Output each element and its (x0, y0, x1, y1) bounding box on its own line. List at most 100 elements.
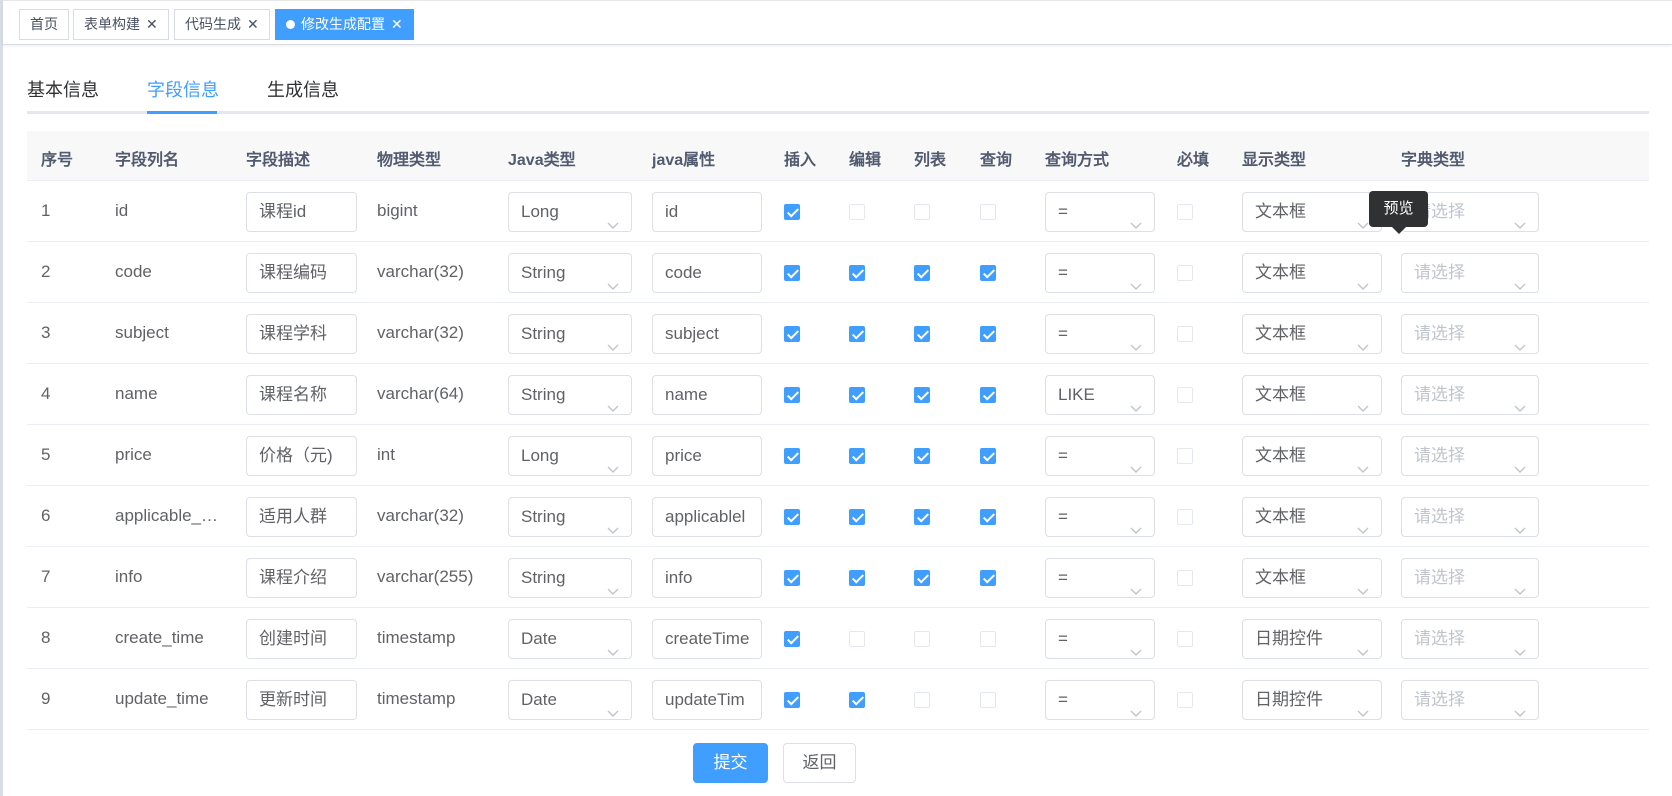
field-desc-input[interactable]: 创建时间 (246, 619, 357, 659)
field-desc-input[interactable]: 课程名称 (246, 375, 357, 415)
dict-type-select[interactable]: 请选择 (1401, 253, 1539, 293)
dict-type-select[interactable]: 请选择 (1401, 497, 1539, 537)
java-prop-input[interactable]: name (652, 375, 762, 415)
tab-basic-info[interactable]: 基本信息 (27, 76, 99, 102)
java-prop-input[interactable]: id (652, 192, 762, 232)
query-checkbox[interactable] (980, 631, 996, 647)
field-desc-input[interactable]: 价格（元) (246, 436, 357, 476)
edit-checkbox[interactable] (849, 265, 865, 281)
display-type-select[interactable]: 文本框 (1242, 375, 1382, 415)
query-type-select[interactable]: LIKE (1045, 375, 1155, 415)
insert-checkbox[interactable] (784, 387, 800, 403)
query-checkbox[interactable] (980, 570, 996, 586)
insert-checkbox[interactable] (784, 692, 800, 708)
query-checkbox[interactable] (980, 509, 996, 525)
java-type-select[interactable]: String (508, 497, 632, 537)
field-desc-input[interactable]: 课程id (246, 192, 357, 232)
display-type-select[interactable]: 文本框 (1242, 558, 1382, 598)
list-checkbox[interactable] (914, 570, 930, 586)
field-desc-input[interactable]: 课程学科 (246, 314, 357, 354)
edit-checkbox[interactable] (849, 692, 865, 708)
display-type-select[interactable]: 日期控件 (1242, 619, 1382, 659)
java-type-select[interactable]: String (508, 375, 632, 415)
query-checkbox[interactable] (980, 326, 996, 342)
java-prop-input[interactable]: code (652, 253, 762, 293)
edit-checkbox[interactable] (849, 631, 865, 647)
field-desc-input[interactable]: 适用人群 (246, 497, 357, 537)
dict-type-select[interactable]: 请选择 (1401, 436, 1539, 476)
required-checkbox[interactable] (1177, 692, 1193, 708)
close-icon[interactable]: ✕ (146, 10, 158, 39)
display-type-select[interactable]: 文本框 (1242, 314, 1382, 354)
java-type-select[interactable]: Date (508, 619, 632, 659)
required-checkbox[interactable] (1177, 509, 1193, 525)
insert-checkbox[interactable] (784, 448, 800, 464)
java-prop-input[interactable]: applicablel (652, 497, 762, 537)
display-type-select[interactable]: 文本框 (1242, 436, 1382, 476)
field-desc-input[interactable]: 更新时间 (246, 680, 357, 720)
insert-checkbox[interactable] (784, 204, 800, 220)
display-type-select[interactable]: 文本框 (1242, 192, 1382, 232)
list-checkbox[interactable] (914, 631, 930, 647)
dict-type-select[interactable]: 请选择 (1401, 558, 1539, 598)
tag-0[interactable]: 首页 (19, 9, 69, 40)
dict-type-select[interactable]: 请选择 (1401, 375, 1539, 415)
java-type-select[interactable]: Long (508, 192, 632, 232)
query-checkbox[interactable] (980, 387, 996, 403)
java-prop-input[interactable]: subject (652, 314, 762, 354)
java-prop-input[interactable]: createTime (652, 619, 762, 659)
java-type-select[interactable]: String (508, 253, 632, 293)
tag-1[interactable]: 表单构建 ✕ (73, 9, 169, 40)
tag-3[interactable]: 修改生成配置 ✕ (275, 9, 414, 40)
tab-generate-info[interactable]: 生成信息 (267, 76, 339, 102)
edit-checkbox[interactable] (849, 509, 865, 525)
edit-checkbox[interactable] (849, 570, 865, 586)
query-checkbox[interactable] (980, 692, 996, 708)
query-type-select[interactable]: = (1045, 619, 1155, 659)
java-type-select[interactable]: String (508, 314, 632, 354)
query-type-select[interactable]: = (1045, 436, 1155, 476)
java-type-select[interactable]: Long (508, 436, 632, 476)
edit-checkbox[interactable] (849, 326, 865, 342)
required-checkbox[interactable] (1177, 265, 1193, 281)
query-type-select[interactable]: = (1045, 680, 1155, 720)
insert-checkbox[interactable] (784, 509, 800, 525)
tag-2[interactable]: 代码生成 ✕ (174, 9, 270, 40)
required-checkbox[interactable] (1177, 631, 1193, 647)
query-type-select[interactable]: = (1045, 253, 1155, 293)
back-button[interactable]: 返回 (783, 743, 856, 783)
java-prop-input[interactable]: updateTim (652, 680, 762, 720)
required-checkbox[interactable] (1177, 448, 1193, 464)
display-type-select[interactable]: 日期控件 (1242, 680, 1382, 720)
query-type-select[interactable]: = (1045, 314, 1155, 354)
dict-type-select[interactable]: 请选择 (1401, 680, 1539, 720)
list-checkbox[interactable] (914, 265, 930, 281)
query-checkbox[interactable] (980, 204, 996, 220)
java-type-select[interactable]: Date (508, 680, 632, 720)
required-checkbox[interactable] (1177, 570, 1193, 586)
list-checkbox[interactable] (914, 326, 930, 342)
java-prop-input[interactable]: info (652, 558, 762, 598)
edit-checkbox[interactable] (849, 204, 865, 220)
field-desc-input[interactable]: 课程编码 (246, 253, 357, 293)
tab-field-info[interactable]: 字段信息 (147, 76, 219, 102)
required-checkbox[interactable] (1177, 326, 1193, 342)
display-type-select[interactable]: 文本框 (1242, 253, 1382, 293)
edit-checkbox[interactable] (849, 448, 865, 464)
list-checkbox[interactable] (914, 509, 930, 525)
close-icon[interactable]: ✕ (247, 10, 259, 39)
edit-checkbox[interactable] (849, 387, 865, 403)
list-checkbox[interactable] (914, 204, 930, 220)
required-checkbox[interactable] (1177, 204, 1193, 220)
dict-type-select[interactable]: 请选择 (1401, 619, 1539, 659)
required-checkbox[interactable] (1177, 387, 1193, 403)
query-type-select[interactable]: = (1045, 192, 1155, 232)
insert-checkbox[interactable] (784, 570, 800, 586)
query-checkbox[interactable] (980, 448, 996, 464)
query-type-select[interactable]: = (1045, 558, 1155, 598)
display-type-select[interactable]: 文本框 (1242, 497, 1382, 537)
query-type-select[interactable]: = (1045, 497, 1155, 537)
list-checkbox[interactable] (914, 448, 930, 464)
insert-checkbox[interactable] (784, 631, 800, 647)
submit-button[interactable]: 提交 (693, 743, 768, 783)
